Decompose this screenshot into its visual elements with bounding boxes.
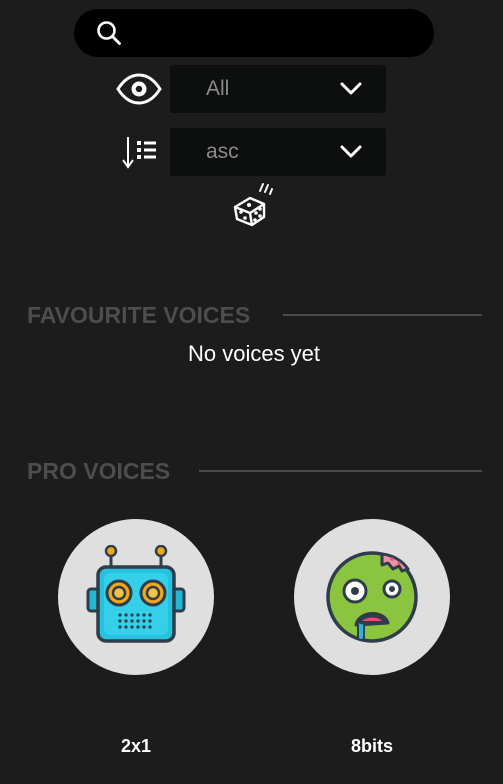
zombie-face-icon: [326, 551, 418, 643]
voice-card-2x1[interactable]: 2x1: [56, 519, 216, 769]
voice-name: 8bits: [350, 736, 393, 756]
voice-selector-panel: All asc FAVOURITE VOICES No voices yet P…: [0, 0, 503, 784]
search-icon[interactable]: [96, 20, 122, 46]
chevron-down-icon: [340, 145, 362, 158]
sort-descending-list-icon: [122, 137, 156, 169]
voice-avatar[interactable]: [294, 519, 450, 675]
visibility-select[interactable]: All: [170, 65, 386, 113]
favourite-voices-header: FAVOURITE VOICES: [27, 300, 482, 330]
voice-avatar[interactable]: [58, 519, 214, 675]
voice-card-8bits[interactable]: 8bits: [292, 519, 452, 769]
eye-icon: [116, 73, 162, 105]
search-bar[interactable]: [74, 9, 434, 57]
visibility-filter-row: All: [0, 65, 503, 113]
section-divider: [199, 470, 482, 472]
robot-icon: [86, 545, 186, 643]
sort-select[interactable]: asc: [170, 128, 386, 176]
section-title: FAVOURITE VOICES: [27, 302, 251, 328]
search-input[interactable]: [134, 17, 418, 51]
pro-voices-header: PRO VOICES: [27, 456, 482, 486]
chevron-down-icon: [340, 82, 362, 95]
voice-name: 2x1: [120, 736, 152, 756]
visibility-select-value: All: [206, 77, 230, 100]
dice-icon[interactable]: [230, 182, 276, 228]
section-title: PRO VOICES: [27, 458, 171, 484]
sort-filter-row: asc: [0, 128, 503, 176]
empty-favourites-message: No voices yet: [187, 341, 321, 366]
section-divider: [283, 314, 482, 316]
sort-select-value: asc: [206, 140, 239, 163]
